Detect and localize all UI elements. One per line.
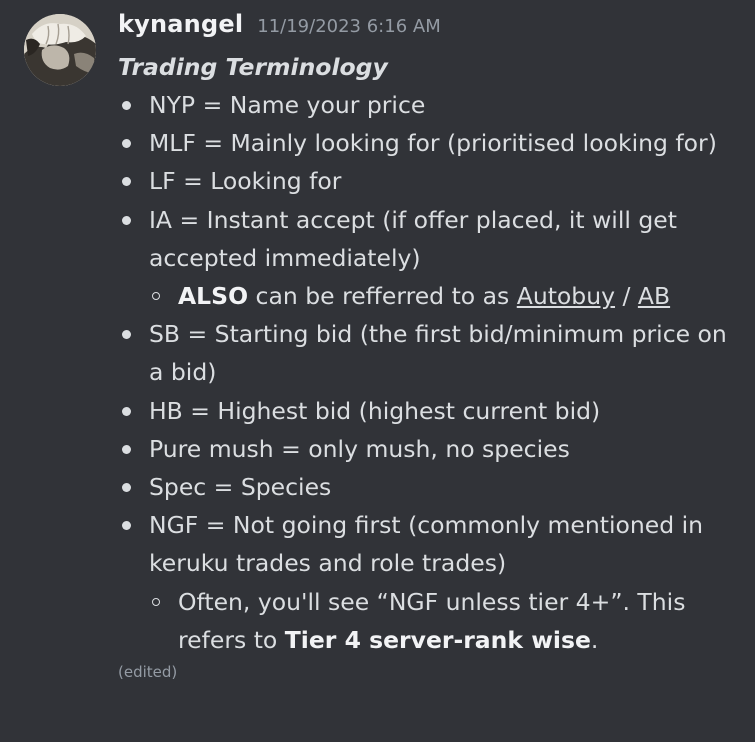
message-header: kynangel 11/19/2023 6:16 AM (118, 10, 441, 48)
ab-link[interactable]: AB (638, 282, 670, 310)
terms-list: NYP = Name your price MLF = Mainly looki… (118, 86, 738, 659)
avatar-image (24, 14, 96, 86)
list-item: LF = Looking for (118, 162, 738, 200)
bullet-icon (122, 177, 131, 187)
term-text: NGF = Not going first (commonly mentione… (149, 511, 704, 578)
bold-text: Tier 4 server-rank wise (284, 625, 591, 654)
message-title: Trading Terminology (118, 53, 388, 81)
bold-text: ALSO (178, 282, 249, 311)
list-item: IA = Instant accept (if offer placed, it… (118, 201, 738, 316)
list-item: HB = Highest bid (highest current bid) (118, 392, 738, 430)
chat-message: kynangel 11/19/2023 6:16 AM Trading Term… (0, 0, 755, 742)
list-item: SB = Starting bid (the first bid/minimum… (118, 315, 738, 391)
bullet-icon (122, 521, 131, 531)
sub-list: ALSO can be refferred to as Autobuy / AB (149, 277, 738, 315)
separator-text: / (615, 282, 638, 311)
term-text: NYP = Name your price (149, 91, 426, 119)
timestamp[interactable]: 11/19/2023 6:16 AM (257, 16, 440, 37)
list-item: Spec = Species (118, 468, 738, 506)
sub-text: can be refferred to as (248, 282, 517, 311)
bullet-icon (122, 330, 131, 340)
term-text: Spec = Species (149, 473, 332, 502)
hollow-bullet-icon (152, 597, 160, 606)
list-item: Pure mush = only mush, no species (118, 430, 738, 468)
term-text: HB = Highest bid (highest current bid) (149, 396, 601, 425)
term-text: SB = Starting bid (the first bid/minimum… (149, 320, 727, 387)
term-text: MLF = Mainly looking for (prioritised lo… (149, 129, 717, 158)
bullet-icon (122, 444, 131, 454)
message-content: Trading Terminology NYP = Name your pric… (118, 48, 738, 682)
bullet-icon (122, 406, 131, 416)
edited-label: (edited) (118, 663, 178, 682)
term-text: IA = Instant accept (if offer placed, it… (149, 205, 677, 272)
sub-list: Often, you'll see “NGF unless tier 4+”. … (149, 583, 738, 659)
sub-text-end: . (590, 625, 599, 654)
hollow-bullet-icon (152, 292, 160, 301)
list-item: NYP = Name your price (118, 86, 738, 124)
term-text: LF = Looking for (149, 167, 342, 196)
bullet-icon (122, 139, 131, 149)
bullet-icon (122, 101, 131, 110)
list-item: NGF = Not going first (commonly mentione… (118, 506, 738, 659)
bullet-icon (122, 483, 131, 493)
autobuy-link[interactable]: Autobuy (517, 282, 615, 310)
term-text: Pure mush = only mush, no species (149, 434, 570, 463)
bullet-icon (122, 215, 131, 225)
username[interactable]: kynangel (118, 10, 243, 38)
sub-list-item: ALSO can be refferred to as Autobuy / AB (149, 277, 738, 315)
avatar[interactable] (24, 14, 96, 86)
list-item: MLF = Mainly looking for (prioritised lo… (118, 124, 738, 162)
sub-list-item: Often, you'll see “NGF unless tier 4+”. … (149, 583, 738, 659)
